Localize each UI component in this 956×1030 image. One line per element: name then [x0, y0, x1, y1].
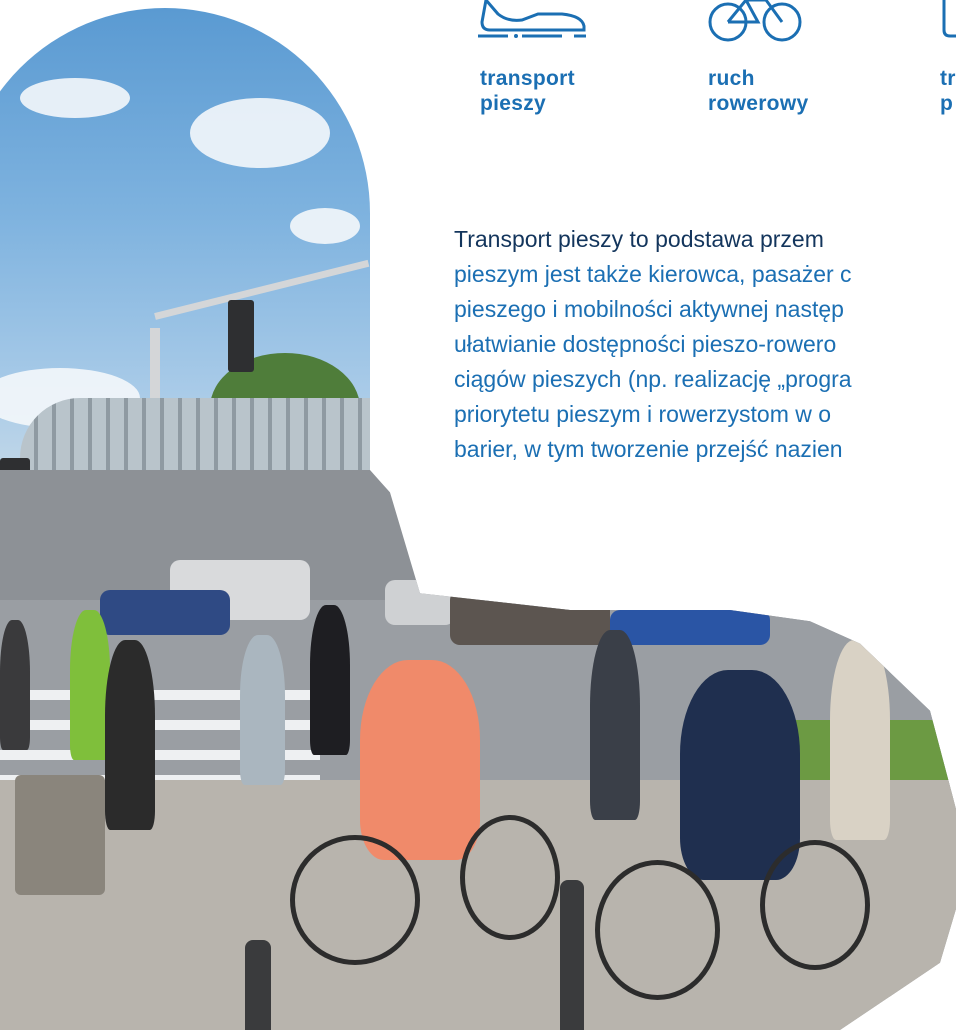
- intro-line: ciągów pieszych (np. realizację „progra: [454, 366, 852, 392]
- street-photo-bottom: [0, 470, 956, 1030]
- cloud: [190, 98, 330, 168]
- intro-line: ułatwianie dostępności pieszo-rowero: [454, 331, 837, 357]
- category-label-transit: tr p: [940, 66, 956, 116]
- car: [385, 580, 455, 625]
- cloud: [20, 78, 130, 118]
- intro-line: barier, w tym tworzenie przejść nazien: [454, 436, 843, 462]
- category-label-line: pieszy: [480, 92, 546, 115]
- category-label-line: ruch: [708, 67, 755, 90]
- intro-line: pieszego i mobilności aktywnej następ: [454, 296, 844, 322]
- category-label-line: p: [940, 92, 954, 115]
- pedestrian-bridge: [20, 398, 370, 478]
- pedestrian: [240, 635, 285, 785]
- traffic-light-arm: [154, 259, 370, 320]
- cloud: [290, 208, 360, 244]
- pedestrian: [70, 610, 110, 760]
- transit-icon: [940, 0, 956, 42]
- car: [610, 610, 770, 645]
- category-label-line: rowerowy: [708, 92, 809, 115]
- shoe-icon: [478, 0, 590, 42]
- pedestrian: [105, 640, 155, 830]
- category-label-walking: transport pieszy: [480, 66, 575, 116]
- intro-line: priorytetu pieszym i rowerzystom w o: [454, 401, 832, 427]
- bicycle-wheel: [460, 815, 560, 940]
- bicycle-wheel: [595, 860, 720, 1000]
- category-label-line: tr: [940, 67, 956, 90]
- category-label-line: transport: [480, 67, 575, 90]
- intro-line: pieszym jest także kierowca, pasażer c: [454, 261, 852, 287]
- cyclist: [360, 660, 480, 860]
- trash-bin: [15, 775, 105, 895]
- pedestrian: [590, 630, 640, 820]
- pedestrian: [830, 640, 890, 840]
- intro-paragraph: Transport pieszy to podstawa przem piesz…: [454, 222, 956, 467]
- intro-lead-line: Transport pieszy to podstawa przem: [454, 226, 824, 252]
- bicycle-wheel: [290, 835, 420, 965]
- bicycle-wheel: [760, 840, 870, 970]
- pedestrian: [0, 620, 30, 750]
- bollard: [245, 940, 271, 1030]
- pedestrian: [310, 605, 350, 755]
- bollard: [560, 880, 584, 1030]
- bicycle-icon: [706, 0, 806, 44]
- car: [100, 590, 230, 635]
- traffic-light: [228, 300, 254, 372]
- cyclist: [680, 670, 800, 880]
- category-label-cycling: ruch rowerowy: [708, 66, 808, 116]
- car: [450, 590, 610, 645]
